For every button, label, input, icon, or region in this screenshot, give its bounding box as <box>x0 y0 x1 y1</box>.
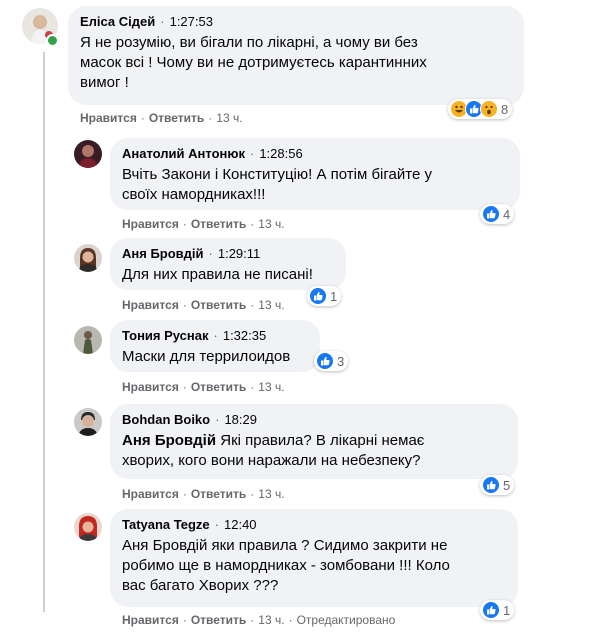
separator-dot: · <box>160 14 165 29</box>
comment-text-line: своїх намордниках!!! <box>122 186 266 203</box>
separator-dot: · <box>249 146 255 161</box>
comment-text-line: Для них правила не писані! <box>122 266 313 283</box>
comment-actions: Нравится · Ответить · 13 ч. <box>122 217 285 231</box>
comment-author[interactable]: Tatyana Tegze <box>122 517 210 532</box>
comment-text-line: масок всі ! Чому ви не дотримуєтесь кара… <box>80 54 427 71</box>
comment-text: Вчіть Закони і Конституцію! А потім біга… <box>122 165 508 205</box>
reply-button[interactable]: Ответить <box>191 613 246 627</box>
comment-age[interactable]: 13 ч. <box>258 217 284 231</box>
comment-age[interactable]: 13 ч. <box>258 380 284 394</box>
comment-bubble: Тония Руснак · 1:32:35 Маски для террилоид… <box>110 320 320 372</box>
like-icon <box>482 601 500 619</box>
online-status-indicator <box>46 34 59 47</box>
reaction-summary[interactable]: 5 <box>480 475 515 495</box>
comment-text-line: Аня Бровдій Які правила? В лікарні немає <box>122 431 506 451</box>
reaction-summary[interactable]: 1 <box>480 600 515 620</box>
comment-time[interactable]: 1:32:35 <box>223 328 266 343</box>
like-button[interactable]: Нравится <box>122 380 179 394</box>
comment-bubble: Аня Бровдій · 1:29:11 Для них правила не п… <box>110 238 346 290</box>
comment-text: Аня Бровдій яки правила ? Сидимо закрити… <box>122 536 506 596</box>
like-button[interactable]: Нравится <box>80 111 137 125</box>
reply-button[interactable]: Ответить <box>191 487 246 501</box>
comment-bubble: Еліса Сідей · 1:27:53 Я не розумію, ви біг… <box>68 6 524 105</box>
like-icon <box>309 287 327 305</box>
comment-text: Я не розумію, ви бігали по лікарні, а чо… <box>80 33 512 93</box>
reaction-summary[interactable]: 4 <box>480 204 515 224</box>
edited-label[interactable]: Отредактировано <box>297 613 396 627</box>
comment-text-line: Я не розумію, ви бігали по лікарні, а чо… <box>80 34 418 51</box>
reaction-count: 5 <box>503 477 511 493</box>
comment-text-line: Аня Бровдій яки правила ? Сидимо закрити… <box>122 537 448 554</box>
reply-button[interactable]: Ответить <box>191 298 246 312</box>
comment-text-line: вас багато Хворих ??? <box>122 577 279 594</box>
comment-author[interactable]: Тония Руснак <box>122 328 209 343</box>
comment-text-line: робимо ще в намордниках - зомбовани !!! … <box>122 557 450 574</box>
comment-author[interactable]: Анатолий Антонюк <box>122 146 245 161</box>
reaction-summary[interactable]: 1 <box>307 286 342 306</box>
avatar[interactable] <box>74 140 102 168</box>
reaction-count: 1 <box>503 602 511 618</box>
avatar[interactable] <box>74 408 102 436</box>
comment-actions: Нравится · Ответить · 13 ч. · Отредактировано <box>122 613 396 627</box>
comment-text: Аня Бровдій Які правила? В лікарні немає… <box>122 431 506 471</box>
comment-age[interactable]: 13 ч. <box>258 613 284 627</box>
like-icon <box>482 205 500 223</box>
separator-dot: · <box>208 246 213 261</box>
comment-time[interactable]: 12:40 <box>224 517 257 532</box>
comment-text-line: хворих, кого вони наражали на небезпеку? <box>122 452 421 469</box>
reaction-count: 3 <box>337 353 345 369</box>
comment-bubble: Анатолий Антонюк · 1:28:56 Вчіть Закони і … <box>110 138 520 210</box>
avatar[interactable] <box>74 244 102 272</box>
like-button[interactable]: Нравится <box>122 487 179 501</box>
comment-text-line: Вчіть Закони і Конституцію! А потім біга… <box>122 166 432 183</box>
comment-text: Маски для террилоидов <box>122 347 308 367</box>
comment-text-segment: Які правила? В лікарні немає <box>216 432 425 449</box>
like-icon <box>316 352 334 370</box>
comment-time[interactable]: 1:27:53 <box>170 14 213 29</box>
reaction-count: 8 <box>501 101 509 117</box>
comment-actions: Нравится · Ответить · 13 ч. <box>80 111 243 125</box>
comment-text: Для них правила не писані! <box>122 265 334 285</box>
reply-button[interactable]: Ответить <box>149 111 204 125</box>
separator-dot: · <box>215 412 220 427</box>
like-button[interactable]: Нравится <box>122 217 179 231</box>
reaction-summary[interactable]: 3 <box>314 351 349 371</box>
separator-dot: · <box>213 328 218 343</box>
reply-button[interactable]: Ответить <box>191 217 246 231</box>
avatar[interactable] <box>74 513 102 541</box>
like-button[interactable]: Нравится <box>122 613 179 627</box>
thread-line <box>43 52 45 612</box>
comment-age[interactable]: 13 ч. <box>216 111 242 125</box>
comment-actions: Нравится · Ответить · 13 ч. <box>122 380 285 394</box>
reaction-count: 4 <box>503 206 511 222</box>
reaction-count: 1 <box>330 288 338 304</box>
comment-author[interactable]: Bohdan Boiko <box>122 412 210 427</box>
reaction-summary[interactable]: 8 <box>448 99 513 119</box>
comment-age[interactable]: 13 ч. <box>258 487 284 501</box>
avatar[interactable] <box>74 326 102 354</box>
wow-icon <box>480 100 498 118</box>
comment-time[interactable]: 18:29 <box>224 412 257 427</box>
comment-age[interactable]: 13 ч. <box>258 298 284 312</box>
comment-author[interactable]: Еліса Сідей <box>80 14 155 29</box>
mention-link[interactable]: Аня Бровдій <box>122 432 216 449</box>
comment-time[interactable]: 1:28:56 <box>259 146 302 161</box>
comment-actions: Нравится · Ответить · 13 ч. <box>122 298 285 312</box>
comment-author[interactable]: Аня Бровдій <box>122 246 204 261</box>
comment-bubble: Bohdan Boiko · 18:29 Аня Бровдій Які прави… <box>110 404 518 479</box>
comment-text-line: вимог ! <box>80 74 129 91</box>
comment-actions: Нравится · Ответить · 13 ч. <box>122 487 285 501</box>
separator-dot: · <box>214 517 219 532</box>
comment-time[interactable]: 1:29:11 <box>218 246 260 261</box>
comment-bubble: Tatyana Tegze · 12:40 Аня Бровдій яки прав… <box>110 509 518 607</box>
like-icon <box>482 476 500 494</box>
comment-text-line: Маски для террилоидов <box>122 348 291 365</box>
reply-button[interactable]: Ответить <box>191 380 246 394</box>
like-button[interactable]: Нравится <box>122 298 179 312</box>
